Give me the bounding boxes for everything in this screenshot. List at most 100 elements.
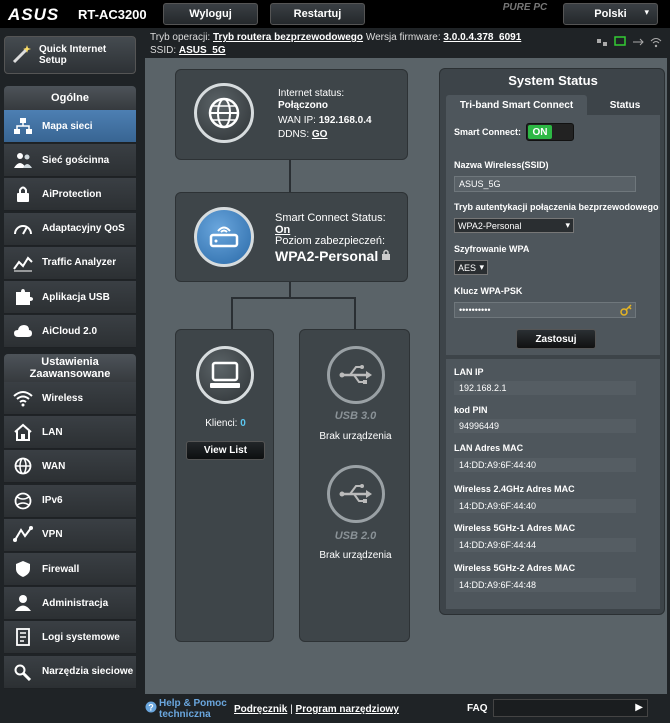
sidebar-item-label: AiProtection bbox=[42, 188, 102, 200]
wpa-encryption-select[interactable]: AES ▾ bbox=[454, 260, 488, 275]
lan-mac-label: LAN Adres MAC bbox=[454, 443, 524, 453]
sidebar-item-mapa-sieci[interactable]: Mapa sieci bbox=[4, 110, 136, 143]
connector-line bbox=[231, 297, 233, 329]
usb2-label: USB 2.0 bbox=[334, 530, 377, 542]
chevron-down-icon: ▾ bbox=[479, 262, 484, 272]
sidebar-item-wireless[interactable]: Wireless bbox=[4, 382, 136, 415]
tab-status[interactable]: Status bbox=[590, 95, 660, 115]
cloud-icon bbox=[12, 321, 34, 341]
top-bar: ASUS RT-AC3200 Wyloguj Restartuj PURE PC… bbox=[0, 0, 670, 28]
pin-label: kod PIN bbox=[454, 405, 488, 415]
chart-icon bbox=[12, 253, 34, 273]
clients-card[interactable]: Klienci: 0 View List bbox=[175, 329, 274, 642]
wifi-status-icon[interactable] bbox=[650, 36, 662, 48]
sidebar-item-label: AiCloud 2.0 bbox=[42, 325, 98, 337]
connector-line bbox=[354, 297, 356, 329]
monitor-icon bbox=[196, 346, 254, 404]
ddns-go-link[interactable]: GO bbox=[312, 129, 328, 140]
ssid-input[interactable]: ASUS_5G bbox=[454, 176, 636, 192]
status-icons bbox=[596, 36, 662, 48]
wireless-5g2-mac-label: Wireless 5GHz-2 Adres MAC bbox=[454, 563, 576, 573]
usb2-status: Brak urządzenia bbox=[319, 550, 392, 561]
faq-search-input[interactable]: ▶ bbox=[493, 699, 648, 717]
pin-value: 94996449 bbox=[454, 419, 636, 433]
sidebar-item-logi-systemowe[interactable]: Logi systemowe bbox=[4, 621, 136, 655]
sidebar-item-aicloud-2-0[interactable]: AiCloud 2.0 bbox=[4, 315, 136, 349]
status-info: LAN IP 192.168.2.1 kod PIN 94996449 LAN … bbox=[446, 359, 660, 609]
wan-status-icon[interactable] bbox=[614, 36, 626, 48]
key-icon[interactable] bbox=[620, 304, 632, 318]
connector-line bbox=[289, 160, 291, 192]
smart-connect-label: Smart Connect: bbox=[454, 127, 522, 137]
internet-card[interactable]: Internet status: Połączono WAN IP: 192.1… bbox=[175, 69, 408, 160]
usb3-status: Brak urządzenia bbox=[319, 431, 392, 442]
sidebar-item-traffic-analyzer[interactable]: Traffic Analyzer bbox=[4, 246, 136, 280]
usb-status-icon[interactable] bbox=[632, 36, 644, 48]
help-icon: ? bbox=[145, 701, 157, 716]
arrow-right-icon[interactable]: ▶ bbox=[635, 702, 643, 713]
router-icon bbox=[194, 207, 254, 267]
utility-link[interactable]: Program narzędziowy bbox=[296, 704, 399, 715]
router-card[interactable]: Smart Connect Status: On Poziom zabezpie… bbox=[175, 192, 408, 282]
connector-line bbox=[231, 297, 355, 299]
auth-mode-value: WPA2-Personal bbox=[458, 220, 522, 231]
sidebar-item-aiprotection[interactable]: AiProtection bbox=[4, 178, 136, 212]
firmware-link[interactable]: 3.0.0.4.378_6091 bbox=[443, 32, 521, 43]
firmware-label: Wersja firmware: bbox=[365, 32, 441, 43]
logout-button[interactable]: Wyloguj bbox=[163, 3, 258, 25]
sidebar-item-lan[interactable]: LAN bbox=[4, 416, 136, 450]
network-status-icon[interactable] bbox=[596, 36, 608, 48]
wireless-5g1-mac-value: 14:DD:A9:6F:44:44 bbox=[454, 538, 636, 552]
sidebar-item-sie-go-cinna[interactable]: Sieć gościnna bbox=[4, 144, 136, 178]
quick-setup-label: Quick Internet Setup bbox=[39, 44, 107, 66]
puzzle-icon bbox=[12, 287, 34, 307]
wan-ip-label: WAN IP: bbox=[278, 115, 316, 126]
lan-mac-value: 14:DD:A9:6F:44:40 bbox=[454, 458, 636, 472]
smart-connect-status-label: Smart Connect Status: bbox=[275, 212, 386, 224]
tools-icon bbox=[12, 662, 34, 682]
security-level-label: Poziom zabezpieczeń: bbox=[275, 235, 386, 247]
view-list-button[interactable]: View List bbox=[186, 441, 265, 460]
ssid-label: SSID: bbox=[150, 45, 177, 56]
op-mode-label: Tryb operacji: bbox=[150, 32, 211, 43]
user-icon bbox=[12, 593, 34, 613]
footer-separator: | bbox=[290, 704, 293, 715]
sidebar-item-aplikacja-usb[interactable]: Aplikacja USB bbox=[4, 281, 136, 314]
sidebar-item-label: Adaptacyjny QoS bbox=[42, 223, 125, 235]
sidebar-item-vpn[interactable]: VPN bbox=[4, 518, 136, 552]
model-name: RT-AC3200 bbox=[78, 7, 147, 22]
auth-mode-select[interactable]: WPA2-Personal ▾ bbox=[454, 218, 574, 233]
wpa-psk-label: Klucz WPA-PSK bbox=[454, 286, 523, 296]
guest-network-icon bbox=[12, 150, 34, 170]
sidebar-item-ipv6[interactable]: IPv6 bbox=[4, 484, 136, 518]
apply-button[interactable]: Zastosuj bbox=[516, 329, 596, 349]
lan-ip-label: LAN IP bbox=[454, 367, 484, 377]
language-select[interactable]: Polski ▾ bbox=[563, 3, 658, 25]
svg-text:?: ? bbox=[148, 703, 154, 713]
info-line: Tryb operacji: Tryb routera bezprzewodow… bbox=[150, 30, 670, 60]
general-section-header: Ogólne bbox=[4, 86, 136, 110]
internet-status-label: Internet status: bbox=[278, 88, 345, 99]
quick-internet-setup-button[interactable]: Quick Internet Setup bbox=[4, 36, 136, 74]
sidebar-item-wan[interactable]: WAN bbox=[4, 450, 136, 484]
sidebar-item-administracja[interactable]: Administracja bbox=[4, 587, 136, 621]
ssid-field-label: Nazwa Wireless(SSID) bbox=[454, 160, 549, 170]
manual-link[interactable]: Podręcznik bbox=[234, 704, 287, 715]
lan-ip-value: 192.168.2.1 bbox=[454, 381, 636, 395]
sidebar-item-label: Wireless bbox=[42, 392, 84, 404]
sidebar-item-firewall[interactable]: Firewall bbox=[4, 553, 136, 586]
tab-tri-band-smart-connect[interactable]: Tri-band Smart Connect bbox=[446, 95, 587, 115]
restart-button[interactable]: Restartuj bbox=[270, 3, 365, 25]
wpa-encryption-value: AES bbox=[458, 262, 477, 273]
op-mode-link[interactable]: Tryb routera bezprzewodowego bbox=[213, 32, 363, 43]
clients-label: Klienci: bbox=[205, 418, 238, 429]
ssid-link[interactable]: ASUS_5G bbox=[179, 45, 226, 56]
sidebar-item-narz-dzia-sieciowe[interactable]: Narzędzia sieciowe bbox=[4, 655, 136, 689]
language-label: Polski bbox=[594, 8, 627, 20]
sidebar-item-adaptacyjny-qos[interactable]: Adaptacyjny QoS bbox=[4, 212, 136, 246]
usb2-icon[interactable] bbox=[327, 465, 385, 523]
wpa-psk-input[interactable]: •••••••••• bbox=[454, 302, 636, 318]
usb3-icon[interactable] bbox=[327, 346, 385, 404]
footer: ? Help & Pomoc techniczna Podręcznik | P… bbox=[145, 695, 670, 723]
smart-connect-toggle[interactable]: ON bbox=[526, 123, 574, 141]
